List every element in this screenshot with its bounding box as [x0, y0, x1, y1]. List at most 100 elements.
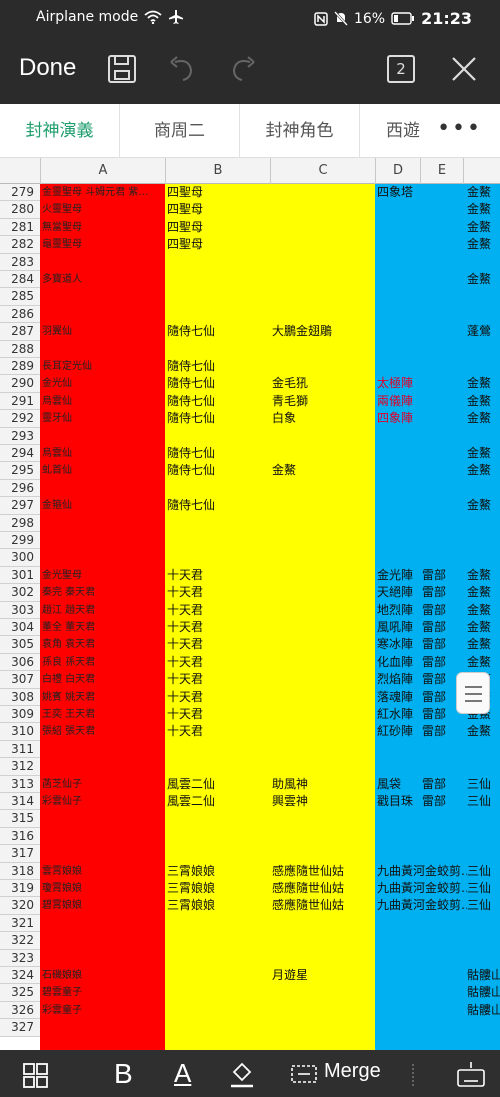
- cell-c[interactable]: 感應隨世仙姑: [272, 880, 374, 897]
- cell-e[interactable]: [422, 932, 464, 949]
- cell-b[interactable]: [167, 828, 269, 845]
- cell-c[interactable]: 金毛犼: [272, 375, 374, 392]
- row-header[interactable]: 314: [0, 793, 40, 811]
- cell-c[interactable]: [272, 271, 374, 288]
- cell-a[interactable]: 瓊霄娘娘: [42, 880, 164, 897]
- cell-e[interactable]: [422, 950, 464, 967]
- cell-c[interactable]: [272, 515, 374, 532]
- cell-f[interactable]: [467, 915, 500, 932]
- cell-c[interactable]: [272, 219, 374, 236]
- cell-d[interactable]: [377, 358, 422, 375]
- cell-a[interactable]: [42, 950, 164, 967]
- cell-d[interactable]: 金光陣: [377, 567, 422, 584]
- row-header[interactable]: 313: [0, 775, 40, 793]
- cell-d[interactable]: 天絕陣: [377, 584, 422, 601]
- cell-a[interactable]: 多寶道人: [42, 271, 164, 288]
- cell-c[interactable]: [272, 445, 374, 462]
- cell-a[interactable]: [42, 532, 164, 549]
- row-header[interactable]: 323: [0, 949, 40, 967]
- cell-c[interactable]: 大鵬金翅鵰: [272, 323, 374, 340]
- row-header[interactable]: 312: [0, 758, 40, 776]
- cell-f[interactable]: [467, 288, 500, 305]
- cell-c[interactable]: [272, 810, 374, 827]
- cell-e[interactable]: [422, 375, 464, 392]
- cell-d[interactable]: [377, 462, 422, 479]
- cell-f[interactable]: [467, 532, 500, 549]
- fill-color-icon[interactable]: [228, 1058, 256, 1090]
- cell-d[interactable]: 地烈陣: [377, 602, 422, 619]
- cell-c[interactable]: [272, 201, 374, 218]
- cell-d[interactable]: [377, 950, 422, 967]
- cell-c[interactable]: [272, 758, 374, 775]
- cell-c[interactable]: 金鰲: [272, 462, 374, 479]
- cell-a[interactable]: 龜靈聖母: [42, 236, 164, 253]
- cell-e[interactable]: [422, 880, 464, 897]
- cell-b[interactable]: [167, 549, 269, 566]
- cell-a[interactable]: 孫良 孫天君: [42, 654, 164, 671]
- cell-c[interactable]: 感應隨世仙姑: [272, 897, 374, 914]
- cell-b[interactable]: 四聖母: [167, 236, 269, 253]
- cell-f[interactable]: [467, 341, 500, 358]
- row-header[interactable]: 307: [0, 671, 40, 689]
- cell-f[interactable]: [467, 306, 500, 323]
- cell-b[interactable]: 風雲二仙: [167, 793, 269, 810]
- cell-b[interactable]: 十天君: [167, 654, 269, 671]
- cell-d[interactable]: [377, 515, 422, 532]
- cell-b[interactable]: 隨侍七仙: [167, 445, 269, 462]
- cell-b[interactable]: 四聖母: [167, 184, 269, 201]
- cell-c[interactable]: 興雲神: [272, 793, 374, 810]
- cell-e[interactable]: [422, 410, 464, 427]
- cell-a[interactable]: 金光仙: [42, 375, 164, 392]
- row-header[interactable]: 299: [0, 532, 40, 550]
- cell-a[interactable]: 金箍仙: [42, 497, 164, 514]
- cell-d[interactable]: [377, 810, 422, 827]
- cell-e[interactable]: [422, 515, 464, 532]
- cell-f[interactable]: 金鰲: [467, 497, 500, 514]
- row-header[interactable]: 279: [0, 184, 40, 202]
- row-header[interactable]: 302: [0, 584, 40, 602]
- cell-c[interactable]: [272, 236, 374, 253]
- cell-c[interactable]: [272, 845, 374, 862]
- cell-f[interactable]: 金鰲: [467, 201, 500, 218]
- row-header[interactable]: 315: [0, 810, 40, 828]
- cell-c[interactable]: [272, 984, 374, 1001]
- cell-b[interactable]: 隨侍七仙: [167, 358, 269, 375]
- column-header-b[interactable]: B: [165, 158, 270, 184]
- row-header[interactable]: 293: [0, 427, 40, 445]
- cell-c[interactable]: [272, 306, 374, 323]
- cell-a[interactable]: [42, 341, 164, 358]
- cell-f[interactable]: 金鰲: [467, 410, 500, 427]
- cell-c[interactable]: [272, 288, 374, 305]
- row-header[interactable]: 280: [0, 201, 40, 219]
- cell-c[interactable]: [272, 723, 374, 740]
- cell-a[interactable]: 金光聖母: [42, 567, 164, 584]
- cell-d[interactable]: [377, 480, 422, 497]
- cell-f[interactable]: 金鰲: [467, 236, 500, 253]
- cell-b[interactable]: [167, 288, 269, 305]
- row-header[interactable]: 282: [0, 236, 40, 254]
- cell-a[interactable]: [42, 845, 164, 862]
- cell-b[interactable]: [167, 984, 269, 1001]
- cell-a[interactable]: 彩雲童子: [42, 1002, 164, 1019]
- cell-e[interactable]: [422, 810, 464, 827]
- cell-b[interactable]: [167, 515, 269, 532]
- cell-d[interactable]: 戳目珠: [377, 793, 422, 810]
- cell-f[interactable]: 骷髏山: [467, 967, 500, 984]
- cell-d[interactable]: [377, 219, 422, 236]
- cell-e[interactable]: 雷部: [422, 619, 464, 636]
- cell-b[interactable]: [167, 341, 269, 358]
- cell-e[interactable]: [422, 254, 464, 271]
- cell-b[interactable]: 十天君: [167, 671, 269, 688]
- cell-c[interactable]: [272, 567, 374, 584]
- cell-d[interactable]: [377, 341, 422, 358]
- row-header[interactable]: 286: [0, 305, 40, 324]
- cell-d[interactable]: [377, 306, 422, 323]
- cell-d[interactable]: [377, 532, 422, 549]
- cell-f[interactable]: [467, 515, 500, 532]
- cell-f[interactable]: 金鰲: [467, 584, 500, 601]
- font-color-button[interactable]: A: [174, 1058, 191, 1090]
- cell-c[interactable]: [272, 932, 374, 949]
- save-icon[interactable]: [105, 52, 139, 86]
- tab-sheet-2[interactable]: 商周二: [120, 104, 240, 158]
- row-header[interactable]: 319: [0, 880, 40, 898]
